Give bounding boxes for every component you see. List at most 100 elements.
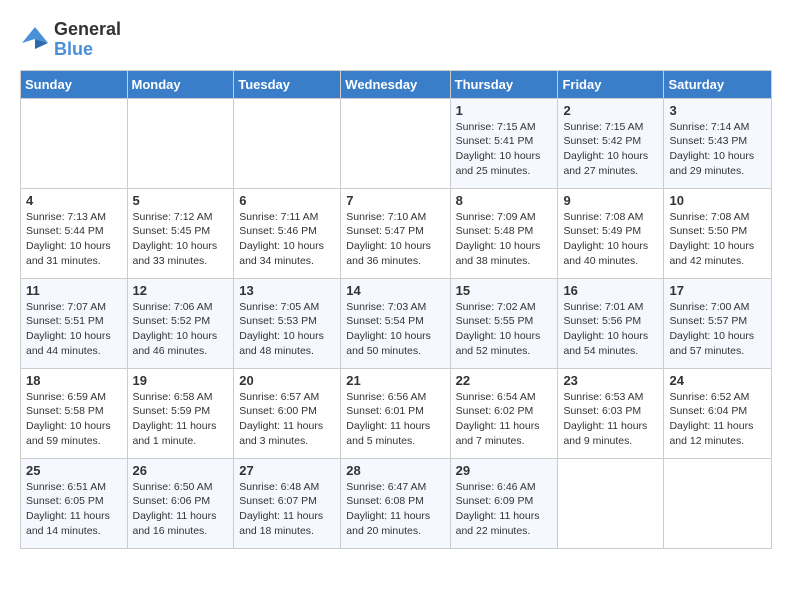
day-number: 17 xyxy=(669,283,766,298)
day-info: Sunrise: 7:15 AMSunset: 5:42 PMDaylight:… xyxy=(563,120,658,179)
day-info: Sunrise: 7:08 AMSunset: 5:50 PMDaylight:… xyxy=(669,210,766,269)
column-header-thursday: Thursday xyxy=(450,70,558,98)
day-info: Sunrise: 7:02 AMSunset: 5:55 PMDaylight:… xyxy=(456,300,553,359)
calendar-cell: 10 Sunrise: 7:08 AMSunset: 5:50 PMDayligh… xyxy=(664,188,772,278)
calendar-cell: 12 Sunrise: 7:06 AMSunset: 5:52 PMDayligh… xyxy=(127,278,234,368)
calendar-cell: 21 Sunrise: 6:56 AMSunset: 6:01 PMDayligh… xyxy=(341,368,450,458)
calendar-cell: 7 Sunrise: 7:10 AMSunset: 5:47 PMDaylight… xyxy=(341,188,450,278)
day-number: 27 xyxy=(239,463,335,478)
logo-bird-icon xyxy=(20,25,50,55)
day-number: 13 xyxy=(239,283,335,298)
day-number: 23 xyxy=(563,373,658,388)
logo: GeneralBlue xyxy=(20,20,121,60)
calendar-cell: 4 Sunrise: 7:13 AMSunset: 5:44 PMDaylight… xyxy=(21,188,128,278)
day-number: 12 xyxy=(133,283,229,298)
calendar-cell xyxy=(21,98,128,188)
column-header-wednesday: Wednesday xyxy=(341,70,450,98)
day-info: Sunrise: 6:46 AMSunset: 6:09 PMDaylight:… xyxy=(456,480,553,539)
day-info: Sunrise: 7:10 AMSunset: 5:47 PMDaylight:… xyxy=(346,210,444,269)
day-number: 19 xyxy=(133,373,229,388)
calendar-week-row: 18 Sunrise: 6:59 AMSunset: 5:58 PMDayligh… xyxy=(21,368,772,458)
column-header-tuesday: Tuesday xyxy=(234,70,341,98)
day-number: 7 xyxy=(346,193,444,208)
calendar-cell: 20Sunrise: 6:57 AMSunset: 6:00 PMDayligh… xyxy=(234,368,341,458)
day-info: Sunrise: 6:56 AMSunset: 6:01 PMDaylight:… xyxy=(346,390,444,449)
calendar-week-row: 1 Sunrise: 7:15 AMSunset: 5:41 PMDaylight… xyxy=(21,98,772,188)
calendar-cell: 28Sunrise: 6:47 AMSunset: 6:08 PMDayligh… xyxy=(341,458,450,548)
day-info: Sunrise: 7:07 AMSunset: 5:51 PMDaylight:… xyxy=(26,300,122,359)
calendar-cell xyxy=(127,98,234,188)
day-info: Sunrise: 7:00 AMSunset: 5:57 PMDaylight:… xyxy=(669,300,766,359)
day-number: 11 xyxy=(26,283,122,298)
day-number: 29 xyxy=(456,463,553,478)
column-header-sunday: Sunday xyxy=(21,70,128,98)
day-number: 26 xyxy=(133,463,229,478)
day-number: 8 xyxy=(456,193,553,208)
column-header-monday: Monday xyxy=(127,70,234,98)
day-info: Sunrise: 6:52 AMSunset: 6:04 PMDaylight:… xyxy=(669,390,766,449)
calendar-cell: 1 Sunrise: 7:15 AMSunset: 5:41 PMDaylight… xyxy=(450,98,558,188)
day-number: 22 xyxy=(456,373,553,388)
day-number: 28 xyxy=(346,463,444,478)
calendar-cell: 2 Sunrise: 7:15 AMSunset: 5:42 PMDaylight… xyxy=(558,98,664,188)
day-info: Sunrise: 6:48 AMSunset: 6:07 PMDaylight:… xyxy=(239,480,335,539)
calendar-cell: 9 Sunrise: 7:08 AMSunset: 5:49 PMDaylight… xyxy=(558,188,664,278)
day-number: 1 xyxy=(456,103,553,118)
calendar-cell: 27 Sunrise: 6:48 AMSunset: 6:07 PMDayligh… xyxy=(234,458,341,548)
day-info: Sunrise: 7:05 AMSunset: 5:53 PMDaylight:… xyxy=(239,300,335,359)
day-info: Sunrise: 7:14 AMSunset: 5:43 PMDaylight:… xyxy=(669,120,766,179)
day-info: Sunrise: 7:06 AMSunset: 5:52 PMDaylight:… xyxy=(133,300,229,359)
calendar-cell: 8 Sunrise: 7:09 AMSunset: 5:48 PMDaylight… xyxy=(450,188,558,278)
day-number: 2 xyxy=(563,103,658,118)
calendar-cell: 15 Sunrise: 7:02 AMSunset: 5:55 PMDayligh… xyxy=(450,278,558,368)
day-number: 3 xyxy=(669,103,766,118)
calendar-cell: 17 Sunrise: 7:00 AMSunset: 5:57 PMDayligh… xyxy=(664,278,772,368)
day-number: 25 xyxy=(26,463,122,478)
day-info: Sunrise: 6:59 AMSunset: 5:58 PMDaylight:… xyxy=(26,390,122,449)
calendar-cell: 14 Sunrise: 7:03 AMSunset: 5:54 PMDayligh… xyxy=(341,278,450,368)
calendar-cell xyxy=(558,458,664,548)
day-info: Sunrise: 6:58 AMSunset: 5:59 PMDaylight:… xyxy=(133,390,229,449)
calendar-cell: 5Sunrise: 7:12 AMSunset: 5:45 PMDaylight… xyxy=(127,188,234,278)
day-info: Sunrise: 7:08 AMSunset: 5:49 PMDaylight:… xyxy=(563,210,658,269)
day-number: 15 xyxy=(456,283,553,298)
day-info: Sunrise: 7:01 AMSunset: 5:56 PMDaylight:… xyxy=(563,300,658,359)
calendar-table: SundayMondayTuesdayWednesdayThursdayFrid… xyxy=(20,70,772,549)
day-number: 14 xyxy=(346,283,444,298)
day-info: Sunrise: 6:53 AMSunset: 6:03 PMDaylight:… xyxy=(563,390,658,449)
day-info: Sunrise: 7:15 AMSunset: 5:41 PMDaylight:… xyxy=(456,120,553,179)
calendar-cell: 25 Sunrise: 6:51 AMSunset: 6:05 PMDayligh… xyxy=(21,458,128,548)
day-number: 24 xyxy=(669,373,766,388)
calendar-cell xyxy=(234,98,341,188)
day-info: Sunrise: 7:13 AMSunset: 5:44 PMDaylight:… xyxy=(26,210,122,269)
calendar-cell: 22 Sunrise: 6:54 AMSunset: 6:02 PMDayligh… xyxy=(450,368,558,458)
day-info: Sunrise: 7:09 AMSunset: 5:48 PMDaylight:… xyxy=(456,210,553,269)
day-number: 4 xyxy=(26,193,122,208)
day-number: 18 xyxy=(26,373,122,388)
day-number: 9 xyxy=(563,193,658,208)
calendar-cell xyxy=(341,98,450,188)
day-info: Sunrise: 6:50 AMSunset: 6:06 PMDaylight:… xyxy=(133,480,229,539)
calendar-cell: 16 Sunrise: 7:01 AMSunset: 5:56 PMDayligh… xyxy=(558,278,664,368)
day-info: Sunrise: 7:03 AMSunset: 5:54 PMDaylight:… xyxy=(346,300,444,359)
calendar-cell: 23 Sunrise: 6:53 AMSunset: 6:03 PMDayligh… xyxy=(558,368,664,458)
day-number: 10 xyxy=(669,193,766,208)
calendar-cell: 26 Sunrise: 6:50 AMSunset: 6:06 PMDayligh… xyxy=(127,458,234,548)
calendar-cell: 19 Sunrise: 6:58 AMSunset: 5:59 PMDayligh… xyxy=(127,368,234,458)
calendar-week-row: 4 Sunrise: 7:13 AMSunset: 5:44 PMDaylight… xyxy=(21,188,772,278)
calendar-cell: 13 Sunrise: 7:05 AMSunset: 5:53 PMDayligh… xyxy=(234,278,341,368)
day-number: 16 xyxy=(563,283,658,298)
column-header-friday: Friday xyxy=(558,70,664,98)
calendar-cell: 29 Sunrise: 6:46 AMSunset: 6:09 PMDayligh… xyxy=(450,458,558,548)
page-header: GeneralBlue xyxy=(20,20,772,60)
calendar-week-row: 25 Sunrise: 6:51 AMSunset: 6:05 PMDayligh… xyxy=(21,458,772,548)
day-number: 5 xyxy=(133,193,229,208)
logo-text: GeneralBlue xyxy=(54,20,121,60)
calendar-cell: 6Sunrise: 7:11 AMSunset: 5:46 PMDaylight… xyxy=(234,188,341,278)
calendar-cell: 3 Sunrise: 7:14 AMSunset: 5:43 PMDaylight… xyxy=(664,98,772,188)
day-info: Sunrise: 6:54 AMSunset: 6:02 PMDaylight:… xyxy=(456,390,553,449)
day-info: Sunrise: 6:51 AMSunset: 6:05 PMDaylight:… xyxy=(26,480,122,539)
day-number: 21 xyxy=(346,373,444,388)
calendar-cell: 18 Sunrise: 6:59 AMSunset: 5:58 PMDayligh… xyxy=(21,368,128,458)
calendar-week-row: 11 Sunrise: 7:07 AMSunset: 5:51 PMDayligh… xyxy=(21,278,772,368)
